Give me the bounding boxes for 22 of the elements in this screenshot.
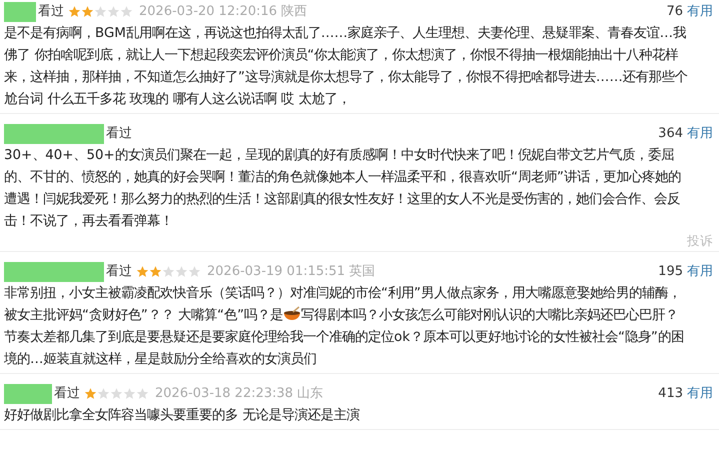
watched-label: 看过 xyxy=(54,384,80,403)
useful-link[interactable]: 有用 xyxy=(687,2,713,22)
vote-count: 413 xyxy=(658,384,683,403)
review-time: 2026-03-20 12:20:16 陕西 xyxy=(139,2,308,21)
review-time: 2026-03-19 01:15:51 英国 xyxy=(207,262,376,281)
watched-label: 看过 xyxy=(106,262,132,281)
useful-link[interactable]: 有用 xyxy=(687,384,713,404)
useful-link[interactable]: 有用 xyxy=(687,262,713,282)
review-time: 2026-03-18 22:23:38 山东 xyxy=(155,384,324,403)
vote-count: 195 xyxy=(658,262,683,281)
review-text: 30+、40+、50+的女演员们聚在一起，呈现的剧真的好有质感啊！中女时代快来了吧！倪妮自带文艺片气质，委屈的、不甘的、愤怒的，她真的好会哭啊！董洁的角色就像她本人一样温柔平和，很喜欢听“周老师”讲话，更加心疼她的遭遇！闫妮我爱死！那么努力的热烈的生活！这部剧真的很女性友好！这里的女人不光是受伤害的，她们会合作、会反击！不说了，再去看看弹幕！ xyxy=(4,146,682,231)
vote-count: 364 xyxy=(658,124,683,143)
review-text: 好好做剧比拿全女阵容当噱头要重要的多 无论是导演还是主演 xyxy=(4,406,360,425)
watched-label: 看过 xyxy=(106,124,132,143)
watched-label: 看过 xyxy=(38,2,64,21)
bowl-icon xyxy=(283,306,302,322)
useful-link[interactable]: 有用 xyxy=(687,124,713,144)
review-text: 是不是有病啊，BGM乱用啊在这，再说这也拍得太乱了……家庭亲子、人生理想、夫妻伦理、悬疑罪案、青春友谊…我佛了 你拍啥呢到底，就让人一下想起段奕宏评价演员“你太能演了，你太想演了，你恨不得抽一根烟能抽出十八种花样来，这样抽，那样抽，不知道怎么抽好了”这导演就是你太想导了，你太能导了，你恨不得把啥都导进去……还有那些个尬台词 什么五千多花 玫瑰的 哪有人这么说话啊 哎 太尬了， xyxy=(4,24,688,109)
redaction-bar xyxy=(4,384,52,404)
vote-count: 76 xyxy=(666,2,683,21)
redaction-bar xyxy=(4,2,36,22)
review-text: 非常别扭，小女主被霸凌配欢快音乐（笑话吗？）对准闫妮的市侩“利用”男人做点家务，用大嘴愿意娶她给男的辅酶，被女主批评妈“贪财好色”？？ 大嘴算“色”吗？是 写得剧本吗？小女孩怎么可能对刚认识的大嘴比亲妈还巴心巴肝？节奏太差都几集了到底是要悬疑还是要家庭伦理给我一个准确的定位ok？原本可以更好地讨论的女性被社会“隐身”的困境的…姬装直就这样，星是鼓励分全给喜欢的女演员们 xyxy=(4,284,685,369)
